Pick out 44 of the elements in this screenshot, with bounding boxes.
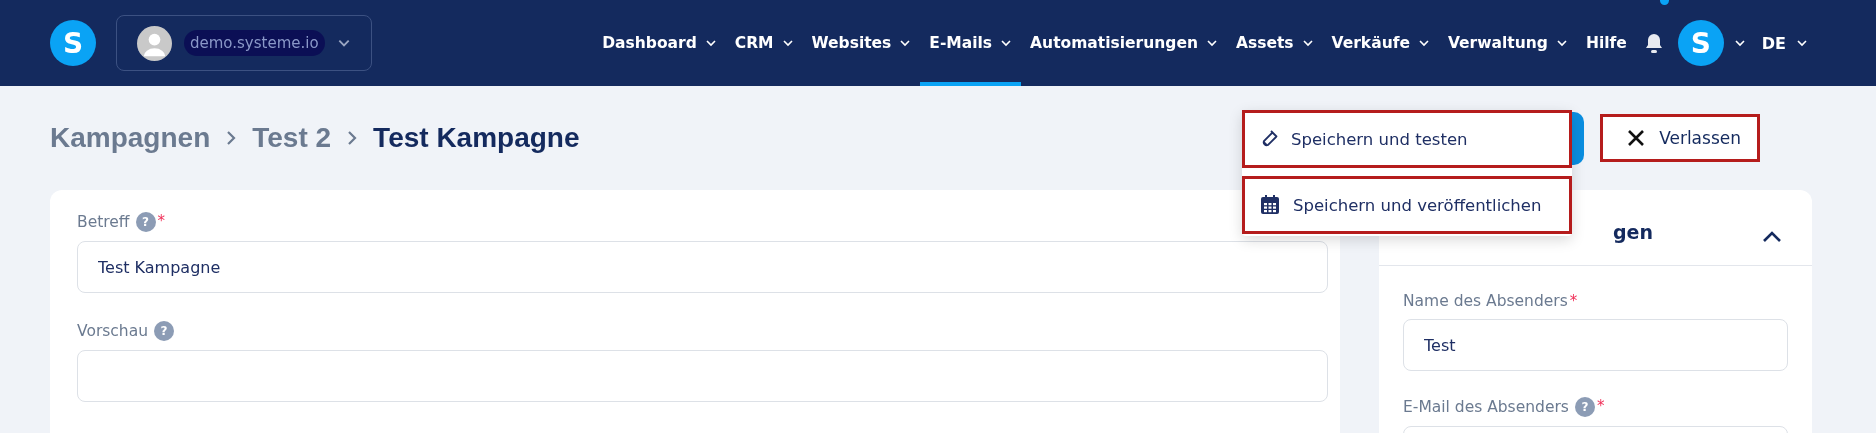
text-field[interactable]	[77, 350, 1328, 402]
chevron-down-icon	[1733, 37, 1746, 49]
menu-item[interactable]: Speichern und veröffentlichen	[1242, 176, 1572, 234]
chevron-down-icon	[1205, 37, 1218, 49]
text-field[interactable]: Test Kampagne	[77, 241, 1328, 293]
chevron-down-icon	[1417, 37, 1430, 49]
nav-tab[interactable]: Dashboard	[593, 0, 726, 86]
chevron-down-icon	[1796, 37, 1808, 49]
calendar-icon	[1259, 194, 1281, 216]
chevron-down-icon	[899, 37, 912, 49]
text-field[interactable]: Test	[1403, 319, 1788, 371]
nav-tab[interactable]: Automatisierungen	[1021, 0, 1227, 86]
nav-tab[interactable]: Verkäufe	[1322, 0, 1439, 86]
account-name: demo.systeme.io	[184, 30, 325, 56]
nav-tab[interactable]: Hilfe	[1576, 0, 1636, 86]
required-mark: *	[157, 212, 165, 230]
chevron-down-icon	[704, 37, 717, 49]
nav-tab[interactable]: CRM	[725, 0, 803, 86]
account-switcher[interactable]: demo.systeme.io	[116, 15, 372, 71]
notification-bell-icon[interactable]	[1643, 32, 1664, 54]
field-label: E-Mail des Absenders	[1403, 398, 1569, 416]
close-icon	[1627, 129, 1646, 147]
chevron-down-icon	[1555, 37, 1568, 49]
chevron-down-icon	[1301, 37, 1314, 49]
avatar-icon	[137, 25, 172, 61]
exit-button[interactable]: Verlassen	[1600, 114, 1760, 162]
field-label: Betreff	[77, 213, 130, 231]
breadcrumb-item: Test Kampagne	[373, 122, 580, 154]
breadcrumb-item[interactable]: Test 2	[252, 122, 332, 154]
panel-title: gen	[1612, 221, 1653, 243]
nav-tab[interactable]: Assets	[1226, 0, 1323, 86]
required-mark: *	[1596, 397, 1605, 415]
chevron-up-icon[interactable]	[1762, 231, 1782, 243]
required-mark: *	[1569, 292, 1578, 310]
chevron-down-icon	[1000, 37, 1013, 49]
nav-tab[interactable]: Verwaltung	[1438, 0, 1577, 86]
field-label: Vorschau	[77, 322, 148, 340]
nav-tab[interactable]: E-Mails	[920, 0, 1022, 86]
menu-item[interactable]: Speichern und testen	[1242, 110, 1572, 168]
breadcrumb-item[interactable]: Kampagnen	[50, 122, 211, 154]
language-selector[interactable]: DE	[1761, 33, 1786, 53]
nav-tab[interactable]: Websites	[802, 0, 921, 86]
chevron-down-icon	[781, 37, 794, 49]
field-label: Name des Absenders	[1403, 292, 1568, 310]
